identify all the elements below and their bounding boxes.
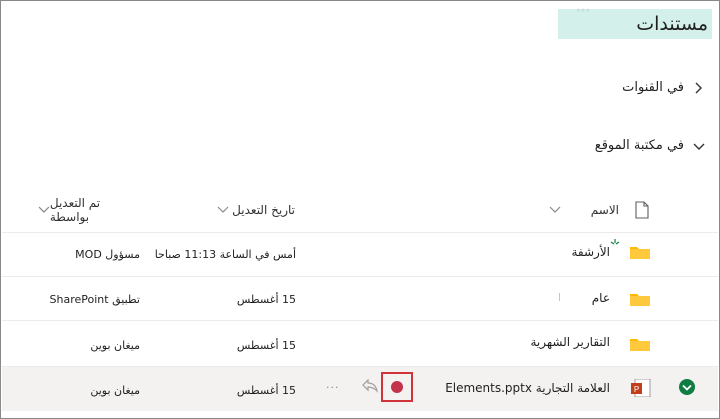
column-header-modified[interactable]: تاريخ التعديل <box>217 198 299 222</box>
column-header-modified-by[interactable]: تم التعديل بواسطة <box>38 196 142 224</box>
new-item-sparkle-icon <box>610 239 620 245</box>
row-name[interactable]: عام <box>592 291 610 305</box>
folder-icon <box>630 247 650 259</box>
folder-icon <box>630 339 650 351</box>
row-marker <box>559 293 560 301</box>
row-modified-by[interactable]: مسؤول MOD <box>75 248 140 261</box>
section-site-library[interactable]: في مكتبة الموقع <box>595 138 706 153</box>
row-name[interactable]: الأرشفة <box>571 245 610 259</box>
folder-icon <box>630 294 650 306</box>
title-tab-hint: ◦◦◦ <box>575 6 591 15</box>
row-modified: 15 أغسطس <box>236 293 296 306</box>
row-modified-by[interactable]: ميغان بوين <box>90 384 140 397</box>
sort-chevron-icon <box>38 206 50 213</box>
column-header-name[interactable]: الاسم <box>549 198 619 222</box>
row-name[interactable]: التقارير الشهرية <box>530 335 610 349</box>
sort-chevron-icon <box>549 206 561 213</box>
share-icon[interactable] <box>361 379 379 395</box>
column-modified-by-label: تم التعديل بواسطة <box>49 196 101 224</box>
section-channels[interactable]: في القنوات <box>622 80 706 95</box>
page-title: مستندات <box>636 13 708 35</box>
row-modified-by[interactable]: ميغان بوين <box>90 339 140 352</box>
row-modified: 15 أغسطس <box>236 384 296 397</box>
more-icon[interactable]: ··· <box>326 381 340 394</box>
checkout-status-icon[interactable] <box>391 381 403 393</box>
section-channels-label: في القنوات <box>622 80 684 95</box>
column-modified-label: تاريخ التعديل <box>232 203 295 217</box>
column-name-label: الاسم <box>590 203 619 217</box>
pptx-icon: P <box>631 379 651 397</box>
selected-check-icon[interactable] <box>679 379 695 395</box>
row-modified: 15 أغسطس <box>236 339 296 352</box>
row-modified: أمس في الساعة 11:13 صباحا <box>154 248 296 261</box>
svg-text:P: P <box>634 385 639 394</box>
checkout-status-highlight <box>381 372 413 402</box>
row-name[interactable]: العلامة التجارية Elements.pptx <box>445 381 610 395</box>
chevron-right-icon <box>695 82 702 93</box>
section-site-library-label: في مكتبة الموقع <box>594 138 684 153</box>
sort-chevron-icon <box>217 206 229 213</box>
row-modified-by[interactable]: تطبيق SharePoint <box>50 293 140 306</box>
file-type-icon[interactable] <box>634 201 650 219</box>
chevron-down-icon <box>693 143 705 150</box>
